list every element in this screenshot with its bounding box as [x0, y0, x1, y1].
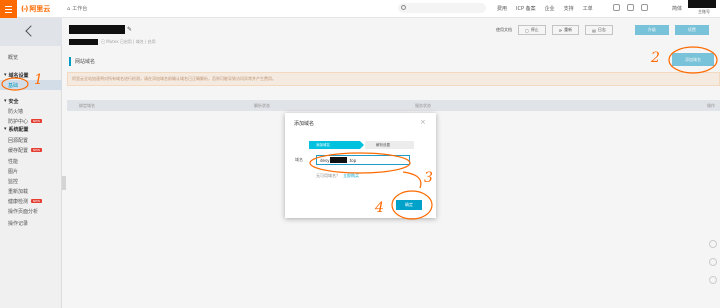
confirm-button[interactable]: 确定	[396, 200, 422, 210]
close-icon[interactable]: ×	[420, 118, 426, 126]
step-indicator: 添加域名 解析设置	[309, 141, 414, 149]
step-add-domain: 添加域名	[309, 141, 360, 149]
account-sub-label: 主账号	[698, 9, 710, 14]
brand-name: 阿里云	[29, 5, 51, 13]
help-icon[interactable]	[641, 4, 648, 11]
cart-icon[interactable]	[627, 4, 634, 11]
feedback-icon[interactable]	[709, 258, 717, 266]
nav-support[interactable]: 支持	[564, 5, 574, 12]
add-domain-modal: 添加域名 × 添加域名 解析设置 域名 desy .top 无可用域名？ 立即购…	[285, 113, 436, 218]
buy-domain-link[interactable]: 立即购买	[343, 173, 359, 179]
menu-icon[interactable]	[0, 0, 17, 18]
nav-enterprise[interactable]: 企业	[545, 5, 555, 12]
domain-input[interactable]: desy .top	[316, 155, 410, 165]
step-arrow	[360, 141, 364, 149]
message-icon[interactable]	[613, 4, 620, 11]
workbench-link[interactable]: ⌂ 工作台	[67, 5, 87, 13]
nav-ticket[interactable]: 工单	[583, 5, 593, 12]
language-switch[interactable]: 简体	[672, 5, 682, 12]
account-avatar[interactable]	[688, 0, 716, 8]
help-line: 无可用域名？ 立即购买	[316, 173, 359, 179]
back-to-top-icon[interactable]	[709, 276, 717, 284]
float-tools	[709, 240, 717, 284]
chat-icon[interactable]	[709, 240, 717, 248]
top-icons	[613, 4, 648, 11]
domain-field-label: 域名	[295, 157, 303, 162]
nav-icp[interactable]: ICP 备案	[516, 5, 536, 12]
top-bar: (-) 阿里云 ⌂ 工作台 费用 ICP 备案 企业 支持 工单 简体 主账号	[0, 0, 720, 18]
modal-title: 添加域名	[294, 121, 315, 127]
search-icon	[401, 5, 406, 10]
step-dns-settings: 解析设置	[365, 141, 414, 149]
top-nav: 费用 ICP 备案 企业 支持 工单	[497, 5, 593, 12]
aliyun-logo-icon: (-)	[21, 5, 28, 13]
home-icon: ⌂	[67, 5, 71, 12]
redacted-block	[330, 157, 348, 163]
nav-fees[interactable]: 费用	[497, 5, 507, 12]
brand-logo[interactable]: (-) 阿里云	[21, 4, 50, 14]
search-input[interactable]	[398, 3, 486, 13]
